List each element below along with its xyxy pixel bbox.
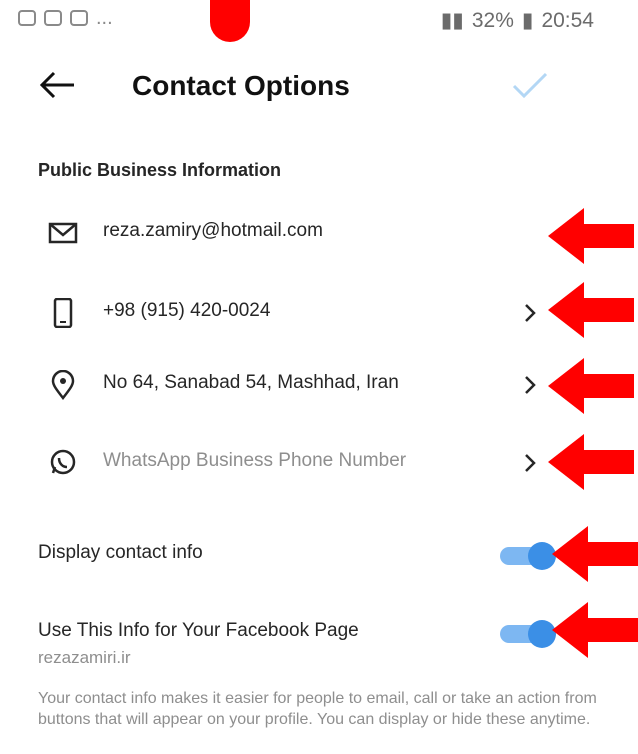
whatsapp-placeholder: WhatsApp Business Phone Number bbox=[103, 450, 407, 471]
battery-icon: ▮ bbox=[521, 9, 534, 32]
email-row[interactable]: reza.zamiry@hotmail.com bbox=[0, 208, 638, 258]
chevron-right-icon bbox=[525, 376, 536, 394]
chevron-right-icon bbox=[525, 454, 536, 472]
facebook-page-subtext: rezazamiri.ir bbox=[38, 648, 131, 667]
whatsapp-row[interactable]: WhatsApp Business Phone Number bbox=[0, 438, 638, 488]
confirm-check-icon[interactable] bbox=[510, 68, 550, 102]
phone-row[interactable]: +98 (915) 420-0024 bbox=[0, 288, 638, 338]
section-title: Public Business Information bbox=[38, 160, 282, 180]
page-title: Contact Options bbox=[132, 70, 350, 101]
address-value: No 64, Sanabad 54, Mashhad, Iran bbox=[103, 372, 399, 393]
annotation-arrow bbox=[548, 358, 634, 414]
email-value: reza.zamiry@hotmail.com bbox=[103, 220, 323, 241]
whatsapp-icon bbox=[18, 10, 36, 26]
status-left: ... bbox=[18, 7, 113, 29]
annotation-arrow bbox=[548, 282, 634, 338]
instagram-icon bbox=[70, 10, 88, 26]
annotation-arrow bbox=[548, 434, 634, 490]
annotation-arrow bbox=[548, 208, 634, 264]
back-arrow-icon[interactable] bbox=[38, 68, 78, 102]
annotation-arrow bbox=[552, 602, 638, 658]
status-right: ▮▮ 32% ▮ 20:54 bbox=[441, 8, 594, 33]
contact-info-help-text: Your contact info makes it easier for pe… bbox=[38, 690, 597, 728]
status-bar: ... ▮▮ 32% ▮ 20:54 bbox=[0, 0, 638, 42]
mail-icon bbox=[48, 222, 78, 244]
status-time: 20:54 bbox=[541, 8, 594, 32]
facebook-page-label: Use This Info for Your Facebook Page bbox=[38, 620, 359, 641]
display-contact-label: Display contact info bbox=[38, 542, 203, 563]
red-marker bbox=[210, 0, 250, 42]
annotation-arrow bbox=[552, 526, 638, 582]
whatsapp-icon bbox=[50, 449, 76, 475]
display-contact-toggle[interactable] bbox=[500, 540, 560, 570]
location-icon bbox=[51, 370, 75, 400]
more-notifications-label: ... bbox=[96, 7, 113, 29]
phone-value: +98 (915) 420-0024 bbox=[103, 300, 271, 321]
signal-icon: ▮▮ bbox=[440, 9, 464, 32]
address-row[interactable]: No 64, Sanabad 54, Mashhad, Iran bbox=[0, 360, 638, 410]
battery-percent: 32% bbox=[471, 8, 514, 32]
phone-icon bbox=[53, 298, 73, 328]
display-contact-row: Display contact info bbox=[0, 532, 638, 582]
chevron-right-icon bbox=[525, 304, 536, 322]
image-icon bbox=[44, 10, 62, 26]
facebook-page-toggle[interactable] bbox=[500, 618, 560, 648]
top-bar: Contact Options bbox=[0, 50, 638, 120]
